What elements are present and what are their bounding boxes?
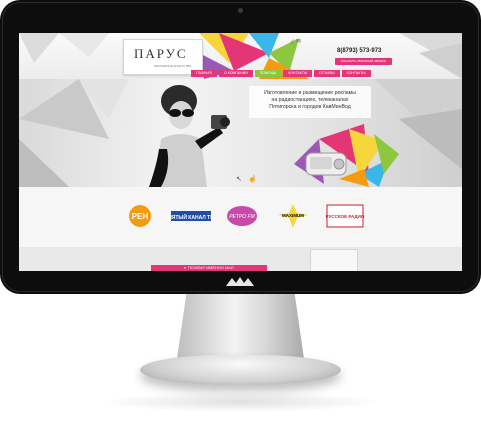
station-logo-retro[interactable]: РЕТРО FM (225, 203, 259, 229)
phone-number: 8(8793) 573-973 (337, 48, 382, 54)
nav-item-home[interactable]: ГЛАВНАЯ (191, 70, 218, 77)
station-logo-tv[interactable]: ПЯТЫЙ КАНАЛ ТВ (169, 203, 213, 229)
social-icons[interactable]: ♫ ✉ (290, 38, 301, 45)
hero-polygons-decoration (19, 79, 462, 187)
station-logo-ren[interactable]: РЕН (125, 203, 155, 229)
logo-title: ПАРУС (134, 46, 188, 61)
svg-text:РУССКОЕ РАДИО: РУССКОЕ РАДИО (326, 214, 365, 219)
station-logo-russkoe-radio[interactable]: РУССКОЕ РАДИО (325, 203, 365, 229)
cursor-arrow-icon: ↖ (236, 176, 242, 183)
website-screen: ПАРУС РЕКЛАМНОЕ АГЕНТСТВО ♫ ✉ 8(8793) 57… (19, 33, 462, 271)
stand-shadow (100, 392, 381, 412)
station-logo-maximum[interactable]: MAXIMUM (275, 203, 311, 229)
hero-text-line-2: на радиостанциях, телеканалах (271, 97, 349, 103)
document-graphic (310, 249, 358, 271)
svg-text:ПЯТЫЙ КАНАЛ ТВ: ПЯТЫЙ КАНАЛ ТВ (169, 213, 213, 221)
monitor-bezel: ПАРУС РЕКЛАМНОЕ АГЕНТСТВО ♫ ✉ 8(8793) 57… (0, 0, 481, 294)
hero-text: Изготовление и размещение рекламы на рад… (253, 90, 367, 111)
monitor-stand-base (140, 355, 341, 385)
chevron-down-icon: ▾ (183, 265, 186, 270)
hero-text-box: Изготовление и размещение рекламы на рад… (249, 86, 371, 118)
nav-item-reviews[interactable]: ОТЗЫВЫ (314, 70, 340, 77)
nav-item-help[interactable]: ПОМОЩЬ (254, 70, 282, 77)
why-us-label: ПОЧЕМУ ИМЕННО МЫ? (187, 265, 235, 270)
nav-item-about[interactable]: О КОМПАНИИ (219, 70, 253, 77)
partner-logos-band: РЕН ПЯТЫЙ КАНАЛ ТВ РЕТРО FM MAXIMUM РУСС… (19, 187, 462, 247)
hero-text-line-3: Пятигорска и городов КавМинВод (269, 104, 351, 110)
callback-button[interactable]: ЗАКАЗАТЬ ОБРАТНЫЙ ЗВОНОК (335, 58, 392, 65)
logo-subtitle: РЕКЛАМНОЕ АГЕНТСТВО (154, 64, 192, 68)
site-header: ПАРУС РЕКЛАМНОЕ АГЕНТСТВО ♫ ✉ 8(8793) 57… (19, 33, 462, 79)
hero-banner: Изготовление и размещение рекламы на рад… (19, 79, 462, 187)
nav-item-contacts[interactable]: КОНТАКТЫ (283, 70, 313, 77)
svg-text:РЕТРО FM: РЕТРО FM (229, 214, 255, 220)
svg-text:РЕН: РЕН (132, 212, 149, 221)
nav-item-contacts-2[interactable]: КОНТАКТЫ (341, 70, 371, 77)
hand-pointer-icon: ☝ (248, 176, 257, 183)
svg-text:MAXIMUM: MAXIMUM (282, 213, 304, 218)
brand-logo-icon (226, 277, 254, 286)
main-nav: ГЛАВНАЯ О КОМПАНИИ ПОМОЩЬ КОНТАКТЫ ОТЗЫВ… (191, 70, 371, 77)
vintage-radio-image (305, 152, 347, 176)
why-us-bar[interactable]: ▾ ПОЧЕМУ ИМЕННО МЫ? (151, 265, 267, 271)
camera-dot (238, 8, 243, 13)
woman-with-camera-photo (149, 85, 230, 187)
hero-text-line-1: Изготовление и размещение рекламы (264, 90, 356, 96)
